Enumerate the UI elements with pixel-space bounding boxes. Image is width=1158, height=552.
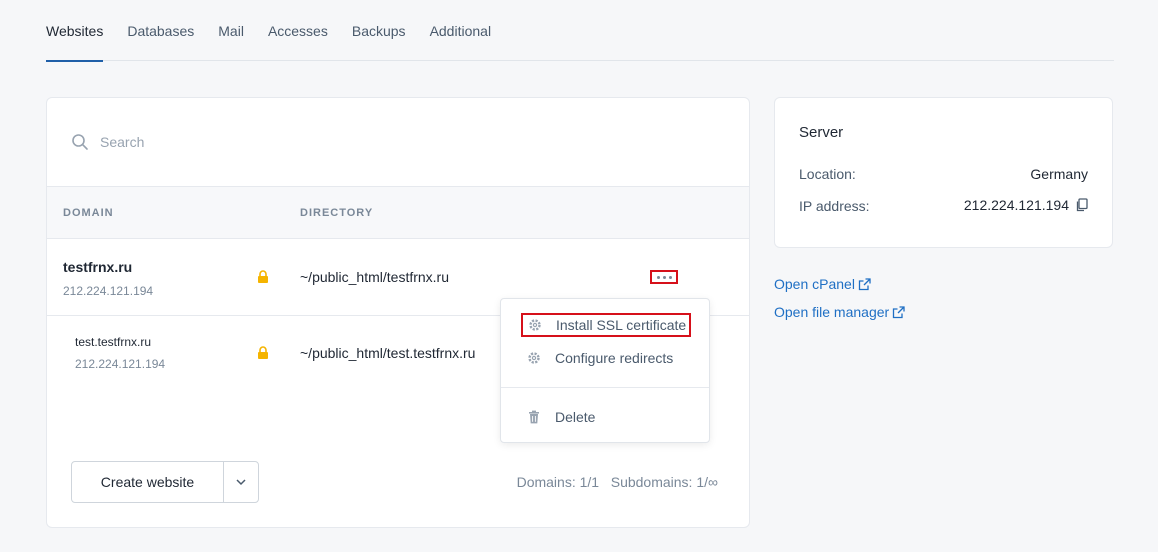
tab-additional[interactable]: Additional: [430, 0, 492, 61]
domain-ip: 212.224.121.194: [63, 284, 154, 298]
table-header: DOMAIN DIRECTORY: [47, 187, 749, 239]
dot-icon: [656, 275, 660, 279]
location-value: Germany: [1030, 166, 1088, 182]
open-file-manager-link[interactable]: Open file manager: [774, 304, 905, 320]
domain-name[interactable]: test.testfrnx.ru: [75, 335, 151, 349]
create-website-button[interactable]: Create website: [71, 461, 224, 503]
domain-ip: 212.224.121.194: [75, 357, 166, 371]
card-footer: Create website Domains: 1/1 Subdomains: …: [71, 461, 725, 503]
menu-item-label: Delete: [555, 409, 596, 425]
tab-mail[interactable]: Mail: [218, 0, 244, 61]
tab-websites[interactable]: Websites: [46, 0, 104, 62]
menu-item-delete[interactable]: Delete: [527, 409, 595, 425]
directory-path: ~/public_html/test.testfrnx.ru: [300, 345, 476, 361]
create-website-dropdown[interactable]: [223, 461, 259, 503]
copy-icon[interactable]: [1075, 198, 1088, 212]
trash-icon: [529, 410, 539, 424]
lock-icon: [258, 270, 268, 283]
quota-counts: Domains: 1/1 Subdomains: 1/∞: [517, 474, 718, 490]
location-label: Location:: [799, 166, 856, 182]
tab-bar: Websites Databases Mail Accesses Backups…: [46, 0, 1114, 62]
lock-icon: [258, 346, 268, 359]
column-header-directory[interactable]: DIRECTORY: [300, 207, 373, 219]
link-label: Open cPanel: [774, 276, 855, 292]
tab-backups[interactable]: Backups: [352, 0, 406, 61]
server-title: Server: [799, 124, 844, 141]
column-header-domain[interactable]: DOMAIN: [63, 207, 114, 219]
dot-icon: [668, 275, 672, 279]
dot-icon: [662, 275, 666, 279]
search-input[interactable]: [100, 134, 500, 150]
menu-item-install-ssl[interactable]: Install SSL certificate: [521, 313, 691, 337]
gear-icon: [529, 319, 541, 331]
open-cpanel-link[interactable]: Open cPanel: [774, 276, 871, 292]
tab-databases[interactable]: Databases: [127, 0, 194, 61]
row-actions-menu: Install SSL certificate Configure redire…: [500, 298, 710, 443]
link-label: Open file manager: [774, 304, 890, 320]
menu-item-label: Configure redirects: [555, 350, 674, 366]
ip-address-value: 212.224.121.194: [963, 197, 1069, 213]
gear-icon: [528, 352, 540, 364]
search-row: [47, 98, 749, 187]
menu-item-label: Install SSL certificate: [556, 317, 687, 333]
external-link-icon: [858, 277, 871, 290]
more-actions-button[interactable]: [650, 270, 678, 284]
ip-address-value-group: 212.224.121.194: [964, 197, 1088, 213]
subdomains-count: Subdomains: 1/∞: [610, 474, 718, 490]
domain-name[interactable]: testfrnx.ru: [63, 259, 132, 275]
server-card: Server Location: Germany IP address: 212…: [774, 97, 1113, 248]
ip-address-label: IP address:: [799, 198, 870, 214]
directory-path: ~/public_html/testfrnx.ru: [300, 269, 450, 285]
search-icon: [72, 134, 88, 150]
menu-item-configure-redirects[interactable]: Configure redirects: [527, 350, 673, 366]
domains-count: Domains: 1/1: [516, 474, 600, 490]
tab-accesses[interactable]: Accesses: [268, 0, 328, 61]
chevron-down-icon: [236, 479, 246, 486]
external-link-icon: [893, 305, 905, 318]
menu-divider: [501, 387, 709, 388]
